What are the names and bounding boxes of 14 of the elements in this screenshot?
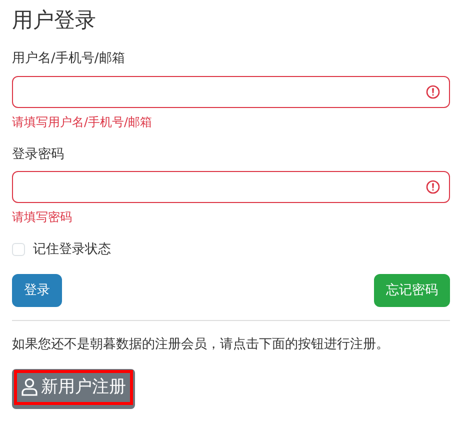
password-field[interactable] — [12, 171, 450, 204]
register-notice: 如果您还不是朝暮数据的注册会员，请点击下面的按钮进行注册。 — [12, 336, 390, 354]
error-message: 请填写用户名/手机号/邮箱 — [12, 114, 154, 131]
error-message: 请填写密码 — [12, 209, 73, 226]
forgot-password-button[interactable]: 忘记密码 — [374, 274, 450, 308]
register-button[interactable]: 新用户注册 — [12, 368, 135, 409]
remember-checkbox[interactable] — [12, 243, 25, 256]
page-title: 用户登录 — [12, 8, 97, 34]
username-field[interactable] — [12, 76, 450, 108]
login-button[interactable]: 登录 — [12, 274, 62, 308]
user-icon — [21, 378, 38, 396]
field-label: 用户名/手机号/邮箱 — [12, 50, 125, 68]
checkbox-label: 记住登录状态 — [33, 241, 111, 260]
field-label: 登录密码 — [12, 146, 64, 164]
